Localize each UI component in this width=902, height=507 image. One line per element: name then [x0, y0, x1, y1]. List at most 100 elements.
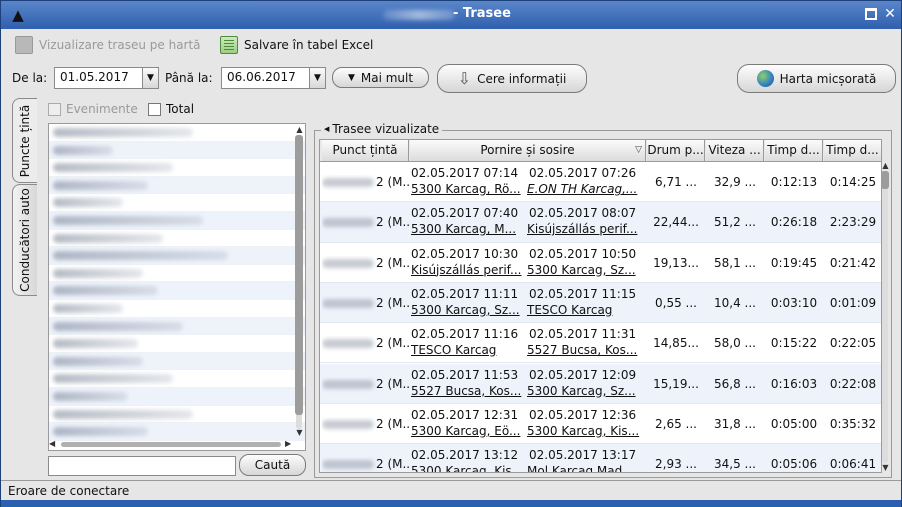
from-date-dropdown-icon[interactable]: ▼: [142, 67, 159, 89]
list-item[interactable]: [49, 124, 305, 142]
cell-target-point-text: 2 (M...: [376, 457, 410, 472]
search-input[interactable]: [48, 456, 236, 476]
list-item[interactable]: [49, 194, 305, 212]
list-item[interactable]: [49, 247, 305, 265]
end-place-link[interactable]: Mol Karcag Mad...: [527, 464, 634, 472]
search-button[interactable]: Caută: [239, 454, 306, 476]
scroll-thumb[interactable]: [295, 135, 303, 415]
minimized-map-button[interactable]: Harta micșorată: [737, 64, 896, 93]
start-place-link[interactable]: 5527 Bucsa, Kos...: [411, 384, 521, 398]
cell-start-time: 02.05.2017 07:40: [411, 206, 519, 221]
request-info-button[interactable]: ⇩ Cere informații: [437, 64, 587, 93]
scroll-down-icon[interactable]: ▼: [295, 428, 304, 437]
list-item[interactable]: [49, 387, 305, 406]
scroll-thumb[interactable]: [881, 171, 889, 189]
horizontal-scroll-thumb[interactable]: [61, 442, 281, 447]
scroll-track[interactable]: [882, 171, 888, 463]
from-date-input[interactable]: 01.05.2017: [54, 67, 143, 89]
redacted-point-name: [322, 178, 374, 187]
table-row[interactable]: 2 (M...02.05.2017 10:30 02.05.2017 10:50 K…: [320, 243, 881, 283]
cell-start-time: 02.05.2017 11:16: [411, 327, 519, 342]
cell-speed: 51,2 ...: [714, 215, 756, 230]
tab-target-points[interactable]: Puncte țintă: [12, 98, 37, 183]
table-row[interactable]: 2 (M...02.05.2017 07:40 02.05.2017 08:07 5…: [320, 202, 881, 243]
start-place-link[interactable]: TESCO Karcag: [411, 343, 496, 357]
col-header-speed[interactable]: Viteza ...: [706, 140, 764, 161]
table-row[interactable]: 2 (M...02.05.2017 11:53 02.05.2017 12:09 5…: [320, 363, 881, 404]
list-item[interactable]: [49, 159, 305, 177]
end-place-link[interactable]: 5527 Bucsa, Kos...: [527, 343, 637, 357]
col-header-time-driving[interactable]: Timp d...: [765, 140, 823, 161]
end-place-link[interactable]: TESCO Karcag: [527, 303, 612, 317]
scroll-right-icon[interactable]: ▶: [285, 439, 291, 448]
start-place-link[interactable]: 5300 Karcag, Eö...: [411, 424, 520, 438]
cell-time-stop: 0:01:09: [829, 295, 877, 310]
routes-vertical-scrollbar[interactable]: ▲ ▼: [881, 161, 890, 473]
list-item[interactable]: [49, 406, 305, 424]
scroll-left-icon[interactable]: ◀: [49, 439, 55, 448]
list-item[interactable]: [49, 370, 305, 388]
list-item[interactable]: [49, 230, 305, 248]
col-header-start-end[interactable]: Pornire și sosire ▽: [410, 140, 646, 161]
left-list-vertical-scrollbar[interactable]: ▲ ▼: [295, 125, 304, 437]
list-item[interactable]: [49, 317, 305, 336]
table-row[interactable]: 2 (M...02.05.2017 13:12 02.05.2017 13:17 5…: [320, 444, 881, 472]
list-item[interactable]: [49, 282, 305, 300]
visualize-route-button[interactable]: Vizualizare traseu pe hartă: [15, 34, 201, 56]
title-bar[interactable]: ▲ - Trasee ✕: [1, 1, 901, 29]
scroll-down-icon[interactable]: ▼: [881, 463, 890, 472]
list-item[interactable]: [49, 265, 305, 283]
list-item[interactable]: [49, 352, 305, 371]
target-points-list[interactable]: [48, 123, 306, 451]
col-header-target-point[interactable]: Punct țintă: [322, 140, 409, 161]
end-place-link[interactable]: 5300 Karcag, Sz...: [527, 384, 636, 398]
collapse-triangle-icon[interactable]: ◀: [324, 125, 329, 133]
list-item[interactable]: [49, 335, 305, 353]
start-place-link[interactable]: 5300 Karcag, Sz...: [411, 303, 520, 317]
events-label: Evenimente: [66, 102, 138, 116]
list-item[interactable]: [49, 211, 305, 230]
table-row[interactable]: 2 (M...02.05.2017 11:11 02.05.2017 11:15 5…: [320, 282, 881, 324]
cell-time-stop: 0:35:32: [829, 416, 877, 431]
total-checkbox-row[interactable]: Total: [148, 100, 194, 118]
events-checkbox-row[interactable]: Evenimente: [48, 100, 138, 118]
end-place-link[interactable]: 5300 Karcag, Kis...: [527, 424, 639, 438]
end-place-link[interactable]: E.ON TH Karcag,...: [527, 182, 637, 196]
start-place-link[interactable]: 5300 Karcag, Kis...: [411, 464, 523, 472]
sort-down-icon[interactable]: ▽: [635, 140, 642, 161]
close-icon[interactable]: ✕: [883, 7, 897, 22]
col-header-time-stop[interactable]: Timp d...: [824, 140, 881, 161]
list-item[interactable]: [49, 141, 305, 160]
table-row[interactable]: 2 (M...02.05.2017 07:14 02.05.2017 07:26 5…: [320, 162, 881, 203]
events-checkbox[interactable]: [48, 102, 61, 116]
tab-drivers[interactable]: Conducători auto: [12, 184, 37, 296]
to-date-input[interactable]: 06.06.2017: [221, 67, 310, 89]
list-item[interactable]: [49, 300, 305, 318]
scroll-up-icon[interactable]: ▲: [881, 161, 890, 170]
start-place-link[interactable]: 5300 Karcag, M...: [411, 222, 516, 236]
end-place-link[interactable]: 5300 Karcag, Sz...: [527, 263, 636, 277]
cell-start-time: 02.05.2017 13:12: [411, 448, 519, 463]
table-row[interactable]: 2 (M...02.05.2017 12:31 02.05.2017 12:36 5…: [320, 404, 881, 445]
col-header-distance[interactable]: Drum p...: [647, 140, 705, 161]
cell-start-end: 02.05.2017 11:11 02.05.2017 11:15 5300 Kar…: [411, 283, 647, 323]
left-list-horizontal-scrollbar[interactable]: ◀ ▶: [49, 439, 295, 449]
routes-table[interactable]: Punct țintă Pornire și sosire ▽ Drum p..…: [319, 139, 882, 473]
search-button-label: Caută: [254, 458, 291, 472]
start-place-link[interactable]: Kisújszállás perif...: [411, 263, 521, 277]
cell-time-driving: 0:03:10: [770, 295, 818, 310]
window-bottom-border: [1, 500, 901, 507]
save-excel-button[interactable]: Salvare în tabel Excel: [220, 34, 373, 56]
routes-legend[interactable]: ◀ Trasee vizualizate: [321, 122, 443, 136]
end-place-link[interactable]: Kisújszállás perif...: [527, 222, 637, 236]
start-place-link[interactable]: 5300 Karcag, Rö...: [411, 182, 521, 196]
maximize-icon[interactable]: [865, 8, 877, 20]
more-options-button[interactable]: ▼ Mai mult: [332, 67, 429, 88]
table-row[interactable]: 2 (M...02.05.2017 11:16 02.05.2017 11:31 T…: [320, 323, 881, 364]
cell-start-time: 02.05.2017 10:30: [411, 246, 519, 261]
to-date-dropdown-icon[interactable]: ▼: [309, 67, 326, 89]
save-excel-label: Salvare în tabel Excel: [244, 38, 374, 52]
list-item[interactable]: [49, 176, 305, 195]
scroll-up-icon[interactable]: ▲: [295, 125, 304, 134]
total-checkbox[interactable]: [148, 102, 161, 116]
